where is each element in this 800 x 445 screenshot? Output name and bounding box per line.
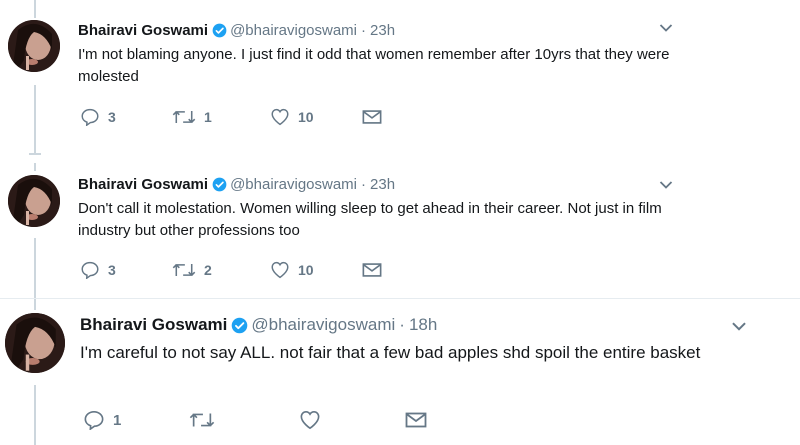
timestamp[interactable]: 23h	[370, 22, 395, 39]
reply-button[interactable]: 3	[80, 108, 172, 126]
direct-message-button[interactable]	[362, 109, 382, 125]
tweet-3[interactable]: Bhairavi Goswami @bhairavigoswami · 18h …	[0, 299, 800, 445]
reply-count: 3	[108, 109, 116, 125]
direct-message-button[interactable]	[405, 411, 427, 429]
like-count: 10	[298, 109, 314, 125]
thread-connector-cap	[29, 153, 41, 155]
retweet-icon	[172, 111, 196, 123]
like-count: 10	[298, 262, 314, 278]
like-button[interactable]: 10	[270, 108, 362, 126]
timestamp[interactable]: 23h	[370, 176, 395, 193]
tweet-actions: 1	[83, 410, 427, 430]
envelope-icon	[362, 110, 382, 124]
reply-count: 1	[113, 411, 122, 429]
tweet-actions: 3 1 10	[80, 108, 382, 126]
tweet-header: Bhairavi Goswami @bhairavigoswami · 18h	[80, 315, 437, 335]
reply-icon	[81, 108, 99, 126]
tweet-1[interactable]: Bhairavi Goswami @bhairavigoswami · 23h …	[0, 0, 700, 145]
avatar[interactable]	[8, 20, 60, 72]
tweet-header: Bhairavi Goswami @bhairavigoswami · 23h	[78, 22, 395, 39]
author-handle[interactable]: @bhairavigoswami	[230, 22, 357, 39]
direct-message-button[interactable]	[362, 262, 382, 278]
reply-button[interactable]: 1	[83, 410, 189, 430]
retweet-count: 2	[204, 262, 212, 278]
tweet-text: I'm not blaming anyone. I just find it o…	[78, 46, 670, 85]
retweet-count: 1	[204, 109, 212, 125]
author-name[interactable]: Bhairavi Goswami	[78, 176, 208, 193]
retweet-button[interactable]: 2	[172, 262, 270, 278]
reply-icon	[81, 261, 99, 279]
envelope-icon	[405, 412, 427, 428]
reply-button[interactable]: 3	[80, 261, 172, 279]
like-button[interactable]: 10	[270, 261, 362, 279]
retweet-icon	[172, 264, 196, 276]
tweet-2[interactable]: Bhairavi Goswami @bhairavigoswami · 23h …	[0, 160, 700, 298]
tweet-header: Bhairavi Goswami @bhairavigoswami · 23h	[78, 176, 395, 193]
author-handle[interactable]: @bhairavigoswami	[251, 315, 395, 335]
verified-badge-icon	[212, 177, 227, 192]
envelope-icon	[362, 263, 382, 277]
timestamp[interactable]: 18h	[409, 315, 437, 335]
retweet-button[interactable]: 1	[172, 109, 270, 125]
tweet-text: I'm careful to not say ALL. not fair tha…	[80, 343, 701, 362]
chevron-down-icon[interactable]	[659, 180, 673, 190]
separator-dot: ·	[399, 315, 405, 334]
chevron-down-icon[interactable]	[731, 321, 747, 332]
heart-icon	[271, 261, 289, 279]
author-name[interactable]: Bhairavi Goswami	[80, 315, 227, 335]
chevron-down-icon[interactable]	[659, 23, 673, 33]
avatar[interactable]	[5, 313, 65, 373]
like-button[interactable]	[299, 410, 405, 430]
tweet-actions: 3 2 10	[80, 261, 382, 279]
verified-badge-icon	[232, 317, 248, 333]
reply-count: 3	[108, 262, 116, 278]
verified-badge-icon	[212, 23, 227, 38]
tweet-text: Don't call it molestation. Women willing…	[78, 200, 662, 239]
author-handle[interactable]: @bhairavigoswami	[230, 176, 357, 193]
author-name[interactable]: Bhairavi Goswami	[78, 22, 208, 39]
separator-dot: ·	[361, 176, 367, 193]
retweet-button[interactable]	[189, 411, 299, 429]
avatar[interactable]	[8, 175, 60, 227]
heart-icon	[271, 108, 289, 126]
reply-icon	[84, 410, 104, 430]
separator-dot: ·	[361, 22, 367, 39]
retweet-icon	[189, 413, 215, 427]
heart-icon	[300, 410, 320, 430]
